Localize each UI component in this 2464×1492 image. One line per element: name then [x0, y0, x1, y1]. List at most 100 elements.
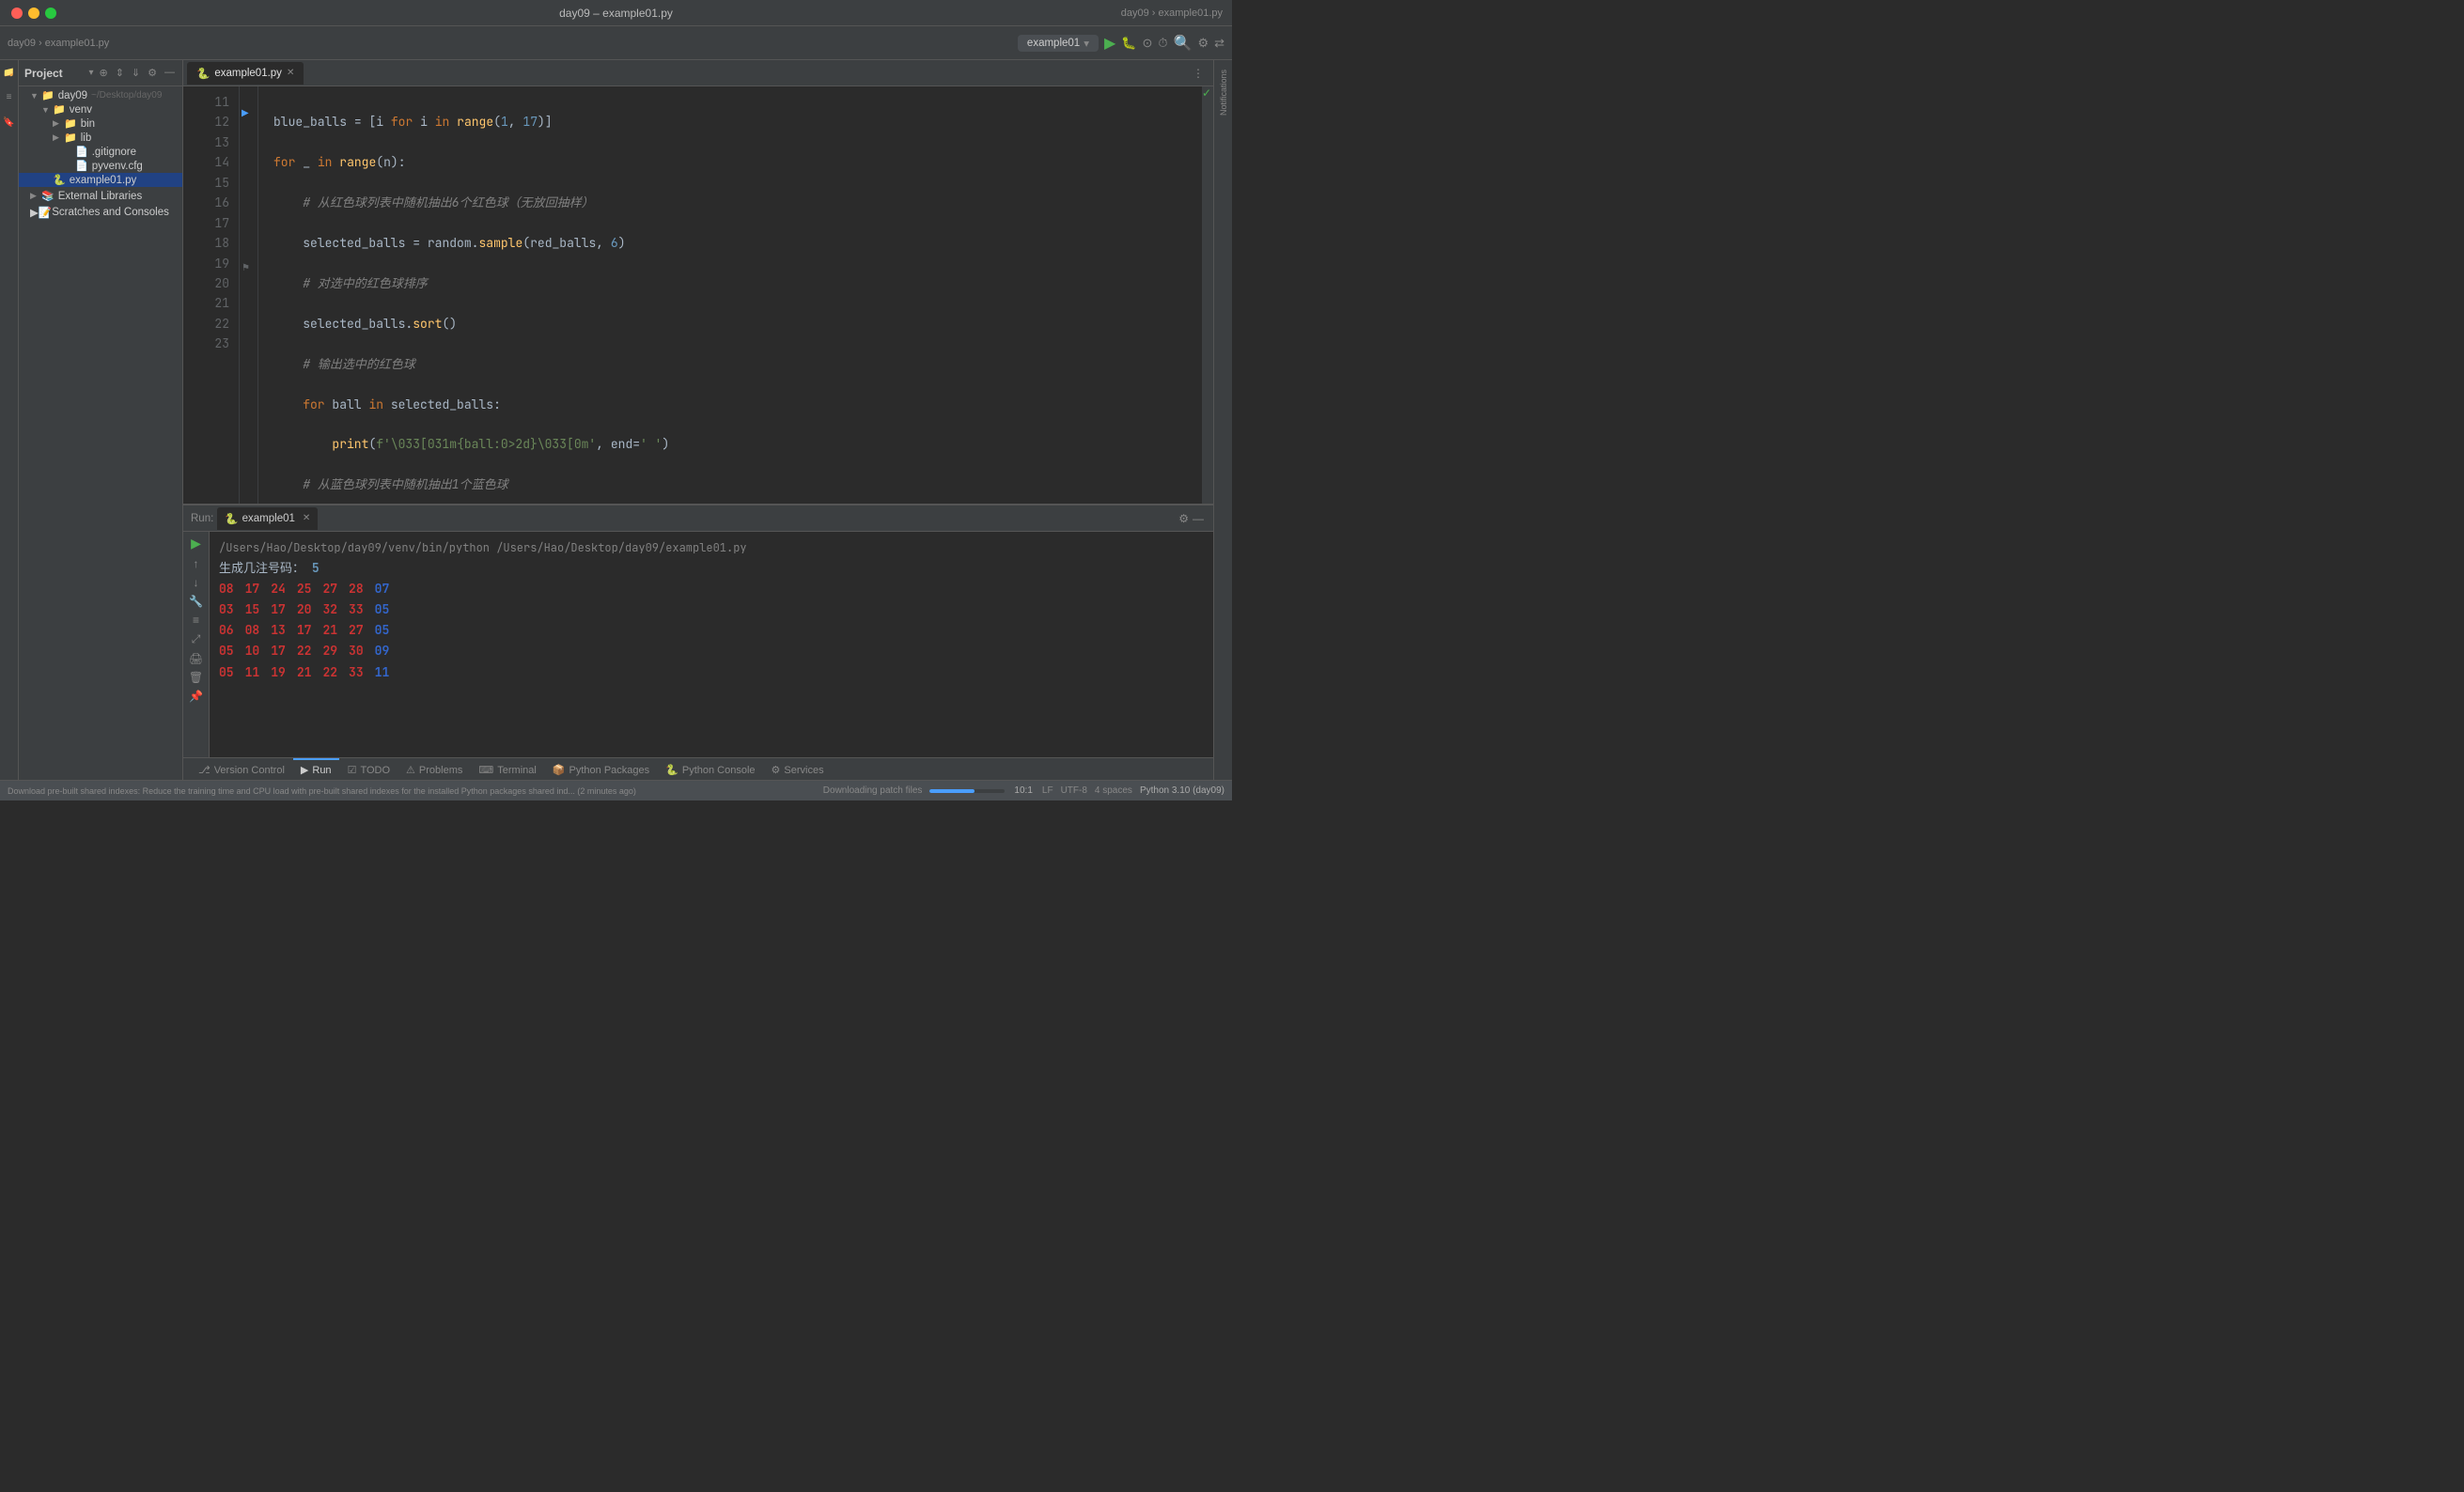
line-ending-indicator[interactable]: LF — [1042, 785, 1053, 796]
git-button[interactable]: ⇄ — [1214, 36, 1224, 51]
tree-root[interactable]: ▼ 📁 day09 ~/Desktop/day09 — [19, 88, 182, 102]
venv-arrow-icon: ▼ — [41, 105, 53, 115]
window-controls[interactable] — [11, 8, 56, 19]
venv-folder-icon: 📁 — [53, 103, 66, 116]
bottom-tab-bar: ⎇ Version Control ▶ Run ☑ TODO ⚠ Problem… — [183, 757, 1213, 780]
todo-icon: ☑ — [348, 764, 357, 776]
maximize-button[interactable] — [45, 8, 56, 19]
run-output-count: 5 — [312, 560, 320, 576]
run-output-label: 生成几注号码： 5 — [219, 558, 1204, 579]
tab-run[interactable]: ▶ Run — [293, 758, 339, 781]
run-scroll-up-icon[interactable]: ↑ — [194, 557, 199, 570]
settings-icon[interactable]: ⚙ — [146, 66, 159, 80]
structure-icon[interactable]: ≡ — [7, 92, 12, 102]
tree-gitignore[interactable]: 📄 .gitignore — [19, 145, 182, 159]
indent-indicator[interactable]: 4 spaces — [1095, 785, 1132, 796]
coverage-button[interactable]: ⊙ — [1142, 36, 1152, 51]
line-numbers: 11 12 13 14 15 16 17 18 19 20 21 22 23 — [183, 86, 240, 504]
scratches-icon: 📝 — [39, 206, 52, 219]
editor-tab-bar: 🐍 example01.py ✕ ⋮ — [183, 60, 1213, 86]
checkmark-icon: ✓ — [1202, 86, 1211, 100]
run-label: Run: — [187, 513, 217, 524]
run-output: /Users/Hao/Desktop/day09/venv/bin/python… — [210, 532, 1213, 757]
gutter-arrow-12: ▶ — [242, 108, 249, 118]
run-hide-icon[interactable]: — — [1193, 512, 1204, 525]
tab-todo[interactable]: ☑ TODO — [340, 758, 398, 781]
run-tab-bar: Run: 🐍 example01 ✕ ⚙ — — [183, 505, 1213, 532]
tree-bin[interactable]: ▶ 📁 bin — [19, 117, 182, 131]
root-arrow-icon: ▼ — [30, 91, 41, 101]
ext-lib-icon: 📚 — [41, 190, 55, 202]
gitignore-icon: 📄 — [75, 146, 88, 158]
tab-terminal[interactable]: ⌨ Terminal — [471, 758, 543, 781]
run-tab-example01[interactable]: 🐍 example01 ✕ — [217, 507, 318, 530]
packages-icon: 📦 — [553, 764, 566, 776]
bin-arrow-icon: ▶ — [53, 118, 64, 129]
run-print-icon[interactable]: 🖨 — [189, 652, 203, 665]
tab-services[interactable]: ⚙ Services — [764, 758, 832, 781]
run-row-3: 06 08 13 17 21 27 05 — [219, 620, 1204, 641]
close-button[interactable] — [11, 8, 23, 19]
close-panel-icon[interactable]: — — [163, 66, 177, 80]
tree-lib[interactable]: ▶ 📁 lib — [19, 131, 182, 145]
run-tab-close-icon[interactable]: ✕ — [303, 513, 310, 523]
run-button[interactable]: ▶ — [1104, 34, 1115, 53]
run-config-selector[interactable]: example01 ▾ — [1018, 35, 1099, 52]
editor-scrollbar[interactable]: ✓ — [1202, 86, 1213, 504]
python-file-icon: 🐍 — [53, 174, 66, 186]
root-folder-icon: 📁 — [41, 89, 55, 101]
window-title: day09 – example01.py — [559, 7, 673, 20]
breadcrumb: day09 › example01.py — [1121, 8, 1223, 19]
run-panel-icons: ⚙ — — [1173, 512, 1209, 525]
search-button[interactable]: 🔍 — [1174, 34, 1193, 53]
version-control-icon: ⎇ — [198, 764, 211, 776]
run-settings-icon[interactable]: ⚙ — [1178, 512, 1189, 525]
bottom-tabs: ⎇ Version Control ▶ Run ☑ TODO ⚠ Problem… — [191, 758, 832, 781]
run-trash-icon[interactable]: 🗑 — [189, 671, 203, 684]
tab-problems[interactable]: ⚠ Problems — [398, 758, 470, 781]
run-scroll-down-icon[interactable]: ↓ — [194, 576, 199, 589]
tree-pyvenv[interactable]: 📄 pyvenv.cfg — [19, 159, 182, 173]
tab-python-console[interactable]: 🐍 Python Console — [658, 758, 762, 781]
run-panel: Run: 🐍 example01 ✕ ⚙ — ▶ ↑ ↓ 🔧 — [183, 504, 1213, 757]
position-indicator[interactable]: 10:1 — [1012, 785, 1034, 796]
run-wrench-icon[interactable]: 🔧 — [189, 595, 203, 608]
editor-tab-example01[interactable]: 🐍 example01.py ✕ — [187, 62, 304, 85]
collapse-all-icon[interactable]: ⇕ — [114, 66, 126, 80]
problems-icon: ⚠ — [406, 764, 415, 776]
charset-indicator[interactable]: UTF-8 — [1061, 785, 1087, 796]
scope-icon[interactable]: ⊕ — [97, 66, 109, 80]
run-row-1: 08 17 24 25 27 28 07 — [219, 579, 1204, 599]
run-sidebar: ▶ ↑ ↓ 🔧 ≡ ⤢ 🖨 🗑 📌 — [183, 532, 210, 757]
tab-close-icon[interactable]: ✕ — [287, 68, 294, 78]
minimize-button[interactable] — [28, 8, 39, 19]
ide-toolbar: day09 › example01.py example01 ▾ ▶ 🐛 ⊙ ⏱… — [0, 26, 1232, 60]
tree-external-libraries[interactable]: ▶ 📚 External Libraries — [19, 189, 182, 203]
project-header: Project ▾ ⊕ ⇕ ⇓ ⚙ — — [19, 60, 182, 86]
tab-python-packages[interactable]: 📦 Python Packages — [545, 758, 657, 781]
bin-folder-icon: 📁 — [64, 117, 77, 130]
project-panel-title: Project — [24, 67, 85, 80]
tab-more-button[interactable]: ⋮ — [1187, 67, 1209, 80]
run-row-4: 05 10 17 22 29 30 09 — [219, 641, 1204, 661]
run-pin-icon[interactable]: 📌 — [189, 690, 203, 703]
cfg-icon: 📄 — [75, 160, 88, 172]
debug-button[interactable]: 🐛 — [1121, 36, 1136, 51]
settings-button[interactable]: ⚙ — [1197, 36, 1209, 51]
code-editor[interactable]: blue_balls = [i for i in range(1, 17)] f… — [258, 86, 1202, 504]
tab-version-control[interactable]: ⎇ Version Control — [191, 758, 292, 781]
tree-scratches[interactable]: ▶ 📝 Scratches and Consoles — [19, 203, 182, 222]
bookmark-icon[interactable]: 🔖 — [3, 117, 14, 128]
expand-all-icon[interactable]: ⇓ — [130, 66, 142, 80]
tree-example01[interactable]: 🐍 example01.py — [19, 173, 182, 187]
status-msg: Download pre-built shared indexes: Reduc… — [8, 786, 636, 796]
patch-status: Downloading patch files — [823, 785, 923, 796]
run-play-icon[interactable]: ▶ — [191, 536, 201, 552]
run-expand-icon[interactable]: ⤢ — [192, 632, 201, 646]
tree-venv[interactable]: ▼ 📁 venv — [19, 102, 182, 117]
gutter: ▶ ⚑ — [240, 86, 258, 504]
project-icon[interactable]: 📁 — [4, 66, 14, 77]
interpreter-indicator[interactable]: Python 3.10 (day09) — [1140, 785, 1224, 796]
profile-button[interactable]: ⏱ — [1158, 36, 1167, 51]
run-align-icon[interactable]: ≡ — [193, 614, 199, 627]
